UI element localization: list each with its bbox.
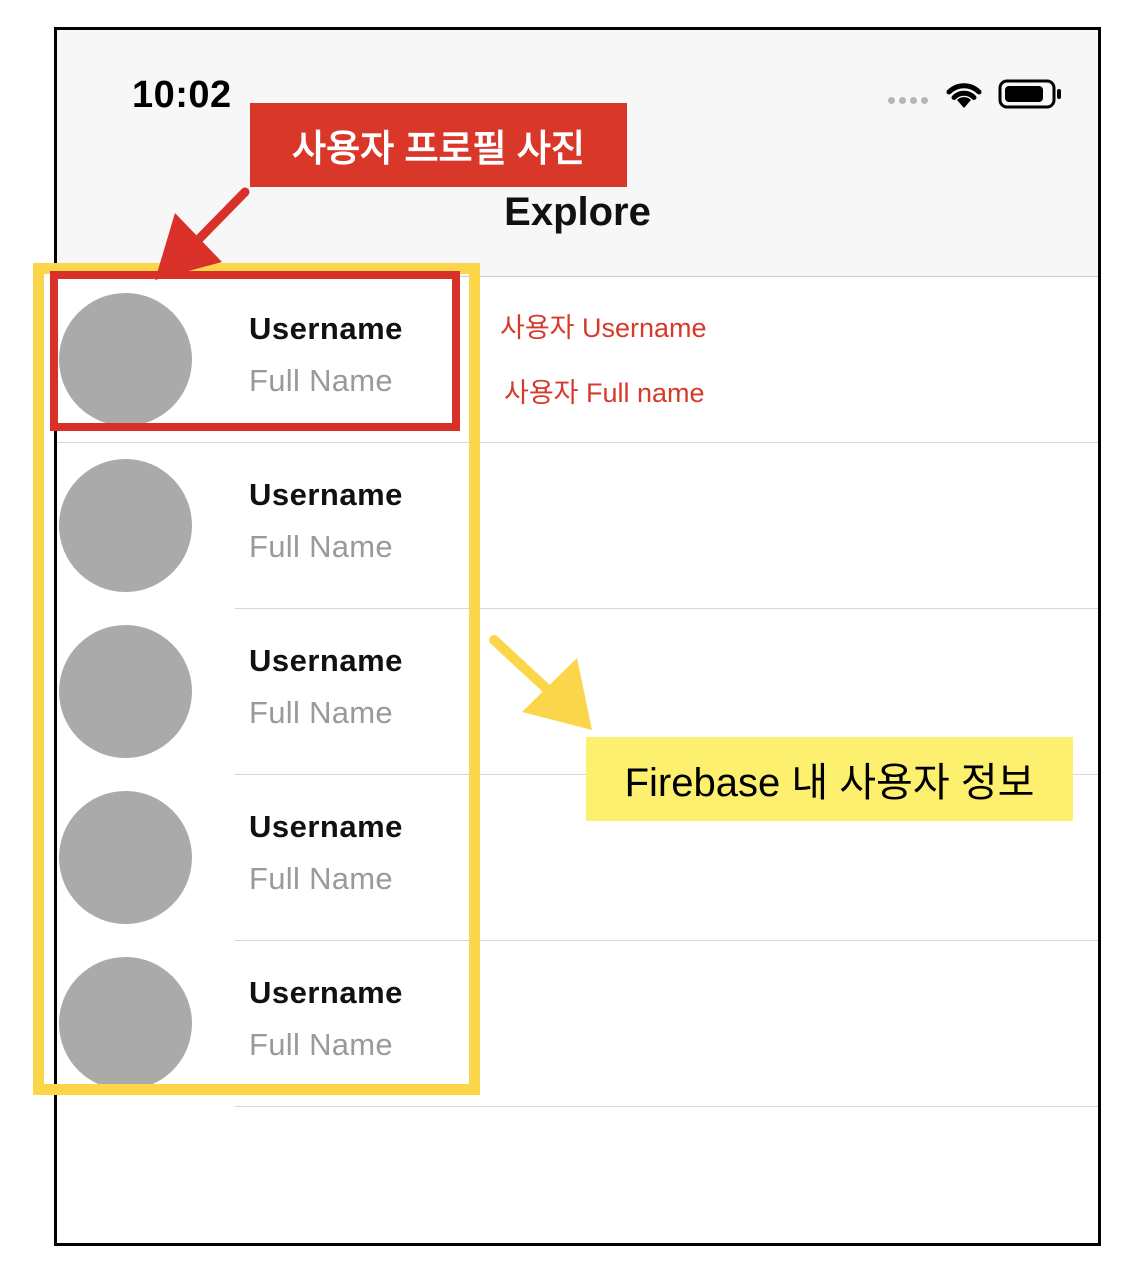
firebase-annotation: Firebase 내 사용자 정보 — [586, 737, 1073, 821]
username-annotation: 사용자 Username — [500, 313, 707, 343]
yellow-arrow-icon — [489, 635, 592, 730]
profile-photo-annotation: 사용자 프로필 사진 — [250, 103, 627, 187]
annotation-arrows — [155, 187, 592, 730]
red-arrow-icon — [155, 187, 250, 280]
fullname-annotation: 사용자 Full name — [504, 378, 705, 408]
